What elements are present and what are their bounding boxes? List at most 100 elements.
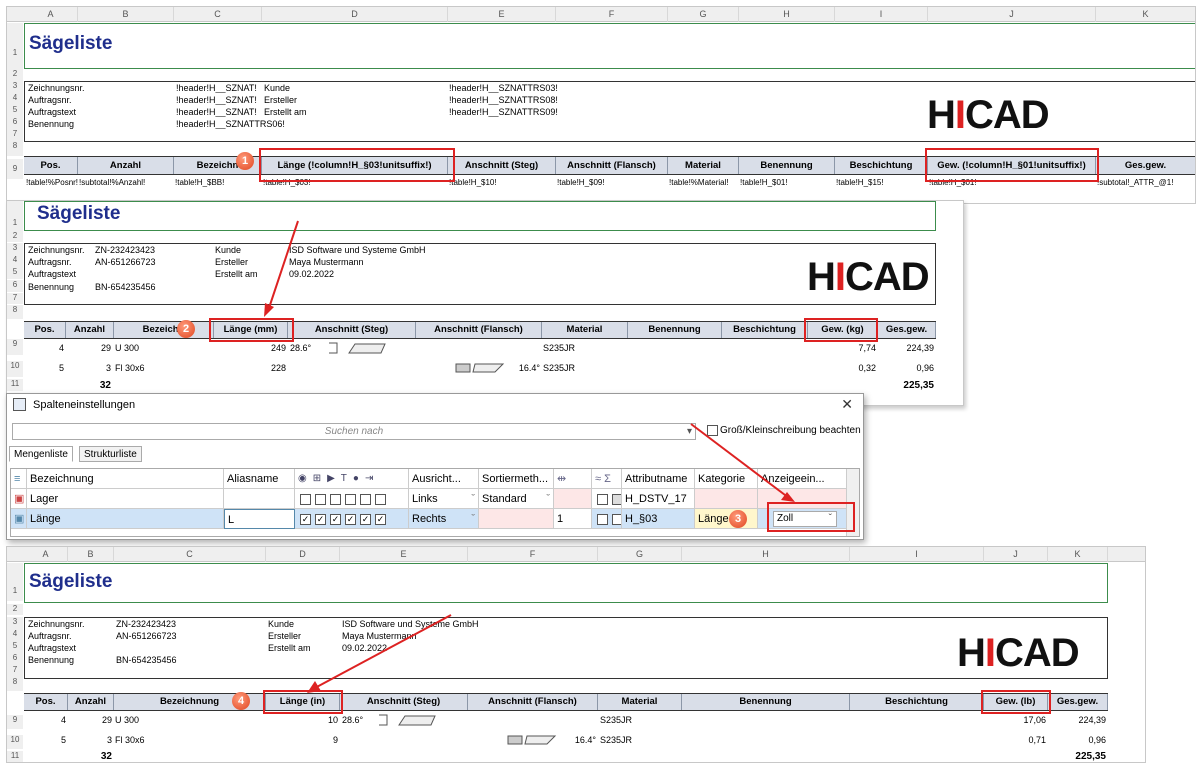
grid-header-sortiermethode[interactable]: Sortiermeth... bbox=[479, 469, 554, 489]
table-cell: 5 bbox=[58, 363, 64, 373]
chevron-down-icon[interactable]: ˇ bbox=[829, 512, 832, 526]
table-cell: 29 bbox=[101, 715, 112, 725]
hicad-logo: HICAD bbox=[957, 631, 1080, 675]
row-flags[interactable]: ✓ ✓ ✓ ✓ ✓ ✓ bbox=[295, 509, 409, 529]
col-j[interactable]: J bbox=[928, 7, 1096, 22]
step-badge: 1 bbox=[236, 152, 254, 170]
row-align-select[interactable]: Rechts ˇ bbox=[409, 509, 479, 529]
grid-header-attributname[interactable]: Attributname bbox=[622, 469, 695, 489]
col-f[interactable]: F bbox=[556, 7, 668, 22]
header-gesgew: Ges.gew. bbox=[878, 322, 936, 338]
flag-checkbox[interactable] bbox=[375, 493, 386, 505]
flag-checkbox[interactable] bbox=[597, 513, 608, 525]
col-c[interactable]: C bbox=[174, 7, 262, 22]
flag-checkbox[interactable]: ✓ bbox=[375, 513, 386, 525]
row-width[interactable]: 1 bbox=[554, 509, 592, 529]
col-j[interactable]: J bbox=[984, 547, 1048, 562]
table-cell: S235JR bbox=[543, 343, 576, 353]
col-a[interactable]: A bbox=[24, 7, 78, 22]
flag-checkbox[interactable] bbox=[345, 493, 356, 505]
col-k[interactable]: K bbox=[1096, 7, 1195, 22]
header-benennung: Benennung bbox=[682, 694, 850, 710]
col-k[interactable]: K bbox=[1048, 547, 1108, 562]
table-cell: 5 bbox=[60, 735, 66, 745]
col-c[interactable]: C bbox=[114, 547, 266, 562]
table-cell: 4 bbox=[58, 343, 64, 353]
header-material: Material bbox=[598, 694, 682, 710]
col-d[interactable]: D bbox=[266, 547, 340, 562]
row-bezeichnung[interactable]: Länge bbox=[27, 509, 224, 529]
row-bezeichnung[interactable]: Lager bbox=[27, 489, 224, 509]
chevron-down-icon[interactable]: ˇ bbox=[546, 489, 550, 508]
col-d[interactable]: D bbox=[262, 7, 448, 22]
info-block bbox=[24, 617, 1108, 679]
imperial-spreadsheet: A B C D E F G H I J K 1 2 3 4 5 6 7 8 9 … bbox=[6, 546, 1146, 763]
row-sort[interactable] bbox=[479, 509, 554, 529]
flag-checkbox[interactable]: ✓ bbox=[315, 513, 326, 525]
flag-checkbox[interactable] bbox=[315, 493, 326, 505]
header-pos: Pos. bbox=[24, 322, 66, 338]
col-h[interactable]: H bbox=[739, 7, 835, 22]
header-anschnitt-flansch: Anschnitt (Flansch) bbox=[416, 322, 542, 338]
col-b[interactable]: B bbox=[78, 7, 174, 22]
info-label: Erstellt am bbox=[215, 269, 258, 279]
search-input[interactable]: Suchen nach ▾ bbox=[12, 423, 696, 440]
sum-icon: ≈ Σ bbox=[592, 469, 622, 489]
col-e[interactable]: E bbox=[340, 547, 468, 562]
info-value: ISD Software und Systeme GmbH bbox=[289, 245, 426, 255]
col-g[interactable]: G bbox=[668, 7, 739, 22]
row-flags[interactable] bbox=[295, 489, 409, 509]
tab-mengenliste[interactable]: Mengenliste bbox=[9, 446, 73, 462]
chevron-down-icon[interactable]: ˇ bbox=[471, 489, 475, 508]
row-alias-input[interactable]: L bbox=[224, 509, 295, 529]
header-material: Material bbox=[542, 322, 628, 338]
flag-checkbox[interactable] bbox=[612, 513, 621, 525]
info-label: Auftragsnr. bbox=[28, 631, 72, 641]
flag-checkbox[interactable] bbox=[300, 493, 311, 505]
template-cell: !subtotal!_ATTR_@1! bbox=[1097, 178, 1174, 187]
header-anzahl: Anzahl bbox=[66, 322, 114, 338]
flag-checkbox[interactable]: ✓ bbox=[300, 513, 311, 525]
grid-header-flag-icons: ◉⊞▶T●⇥ bbox=[295, 469, 409, 489]
grid-header-aliasname[interactable]: Aliasname bbox=[224, 469, 295, 489]
row-width[interactable] bbox=[554, 489, 592, 509]
col-e[interactable]: E bbox=[448, 7, 556, 22]
col-f[interactable]: F bbox=[468, 547, 598, 562]
flag-checkbox[interactable]: ✓ bbox=[345, 513, 356, 525]
row-align-select[interactable]: Links ˇ bbox=[409, 489, 479, 509]
row-number: 9 bbox=[7, 339, 23, 355]
col-i[interactable]: I bbox=[850, 547, 984, 562]
col-i[interactable]: I bbox=[835, 7, 928, 22]
row-sort-select[interactable]: Standard ˇ bbox=[479, 489, 554, 509]
col-b[interactable]: B bbox=[68, 547, 114, 562]
tab-strukturliste[interactable]: Strukturliste bbox=[79, 446, 142, 462]
flag-checkbox[interactable] bbox=[360, 493, 371, 505]
row-sum-flags[interactable] bbox=[592, 489, 622, 509]
flag-checkbox[interactable] bbox=[612, 493, 621, 505]
flag-checkbox[interactable]: ✓ bbox=[330, 513, 341, 525]
chevron-down-icon[interactable]: ˇ bbox=[471, 509, 475, 528]
row-number: 5 bbox=[7, 267, 23, 279]
table-cell: 17,06 bbox=[1023, 715, 1046, 725]
unit-select[interactable]: Zoll ˇ bbox=[773, 511, 837, 527]
grid-header-bezeichnung[interactable]: Bezeichnung bbox=[27, 469, 224, 489]
flag-checkbox[interactable] bbox=[597, 493, 608, 505]
step-badge: 4 bbox=[232, 692, 250, 710]
row-number: 5 bbox=[7, 641, 23, 653]
flag-checkbox[interactable]: ✓ bbox=[360, 513, 371, 525]
row-category[interactable]: Länge bbox=[695, 509, 758, 529]
col-h[interactable]: H bbox=[682, 547, 850, 562]
flag-checkbox[interactable] bbox=[330, 493, 341, 505]
header-gewicht: Gew. (kg) bbox=[808, 322, 878, 338]
close-icon[interactable]: ✕ bbox=[841, 396, 853, 413]
col-g[interactable]: G bbox=[598, 547, 682, 562]
hicad-logo: HICAD bbox=[807, 255, 930, 299]
grid-scrollbar[interactable] bbox=[846, 469, 859, 536]
row-number: 8 bbox=[7, 677, 23, 691]
row-sum-flags[interactable] bbox=[592, 509, 622, 529]
grid-header-ausrichtung[interactable]: Ausricht... bbox=[409, 469, 479, 489]
row-alias[interactable] bbox=[224, 489, 295, 509]
col-a[interactable]: A bbox=[24, 547, 68, 562]
info-label: Auftragstext bbox=[28, 643, 77, 653]
profile-sketch-icon bbox=[329, 342, 386, 354]
